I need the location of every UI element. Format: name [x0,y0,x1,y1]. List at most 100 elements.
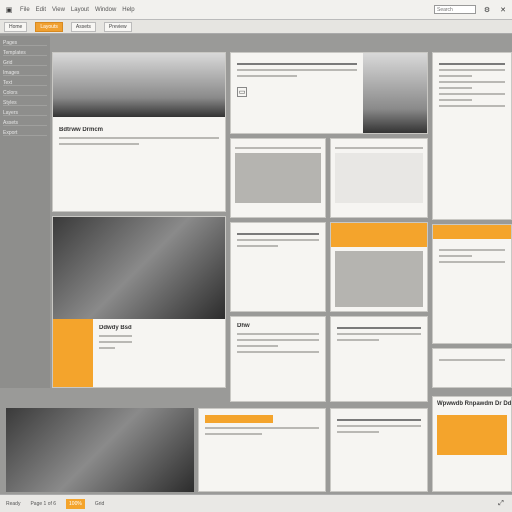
divider [237,245,278,247]
sidebar-item-text[interactable]: Text [3,80,47,86]
menu-edit[interactable]: Edit [36,7,46,13]
sidebar-item-export[interactable]: Export [3,130,47,136]
image-placeholder [335,251,423,307]
layout-card-5[interactable] [330,138,428,218]
layout-card-4[interactable] [230,138,326,218]
grid-toggle[interactable]: Grid [95,501,104,507]
divider [237,339,319,341]
divider [439,87,472,89]
sidebar-item-colors[interactable]: Colors [3,90,47,96]
divider [59,143,139,145]
divider [439,99,472,101]
card-3-image [363,53,427,133]
card-3-title: Dhw [237,323,250,329]
menu-view[interactable]: View [52,7,65,13]
card-2-title: Ddwdy Bsd [99,325,132,331]
image-icon: ▭ [237,87,247,97]
divider [237,63,357,65]
layout-card-6[interactable] [230,222,326,312]
accent-block [331,223,427,247]
page-indicator: Page 1 of 6 [30,500,57,507]
menu-help[interactable]: Help [122,7,134,13]
menu-bar: ▣ File Edit View Layout Window Help ⚙ ✕ [0,0,512,20]
search-input[interactable] [434,5,476,14]
texture-preview [6,408,194,492]
divider [99,335,132,337]
accent-block [437,415,507,455]
divider [237,345,278,347]
tab-home[interactable]: Home [4,21,28,32]
close-icon[interactable]: ✕ [498,5,508,15]
layout-card-3[interactable]: ▭ [230,52,428,134]
sidebar: Pages Templates Grid Images Text Colors … [0,36,50,388]
divider [439,255,472,257]
divider [337,339,379,341]
menu-layout[interactable]: Layout [71,7,89,13]
layout-card-2[interactable]: Ddwdy Bsd [52,216,226,388]
accent-block [205,415,274,423]
divider [439,75,472,77]
divider [235,147,321,149]
divider [439,69,505,71]
divider [205,427,319,429]
layout-card-11[interactable] [432,348,512,388]
divider [237,351,319,353]
divider [99,347,116,349]
tab-layouts[interactable]: Layouts [35,21,63,32]
sidebar-item-styles[interactable]: Styles [3,100,47,106]
divider [337,327,421,329]
status-bar: Ready Page 1 of 6 100% Grid ⤢ [0,494,512,512]
divider [59,137,219,139]
status-ready: Ready [6,500,21,507]
properties-panel [432,52,512,220]
app-logo-icon: ▣ [5,6,13,14]
sidebar-item-images[interactable]: Images [3,70,47,76]
tab-bar: Home Layouts Assets Preview [0,20,512,34]
image-placeholder [335,153,423,203]
divider [439,93,505,95]
divider [237,69,357,71]
divider [337,419,421,421]
layout-card-10[interactable] [432,224,512,344]
card-2-image [53,217,225,319]
zoom-level[interactable]: 100% [66,498,85,509]
divider [237,233,319,235]
sidebar-item-templates[interactable]: Templates [3,50,47,56]
menu-window[interactable]: Window [95,7,116,13]
layout-card-8[interactable]: Dhw [230,316,326,402]
sidebar-item-layers[interactable]: Layers [3,110,47,116]
sidebar-item-pages[interactable]: Pages [3,40,47,46]
card-1-title: Bdtrww Drmcm [59,127,104,133]
sidebar-item-assets[interactable]: Assets [3,120,47,126]
menu-file[interactable]: File [20,7,30,13]
tab-assets[interactable]: Assets [70,21,96,32]
divider [99,341,132,343]
fit-page-icon[interactable]: ⤢ [496,499,506,509]
divider [439,249,505,251]
divider [439,105,505,107]
divider [439,81,505,83]
divider [237,75,297,77]
accent-block [433,225,511,239]
divider [439,261,505,263]
divider [335,147,423,149]
layout-card-7[interactable] [330,222,428,312]
divider [337,431,379,433]
layout-card-14[interactable]: Wpwwdb Rnpawdm Dr Ddwdr [432,396,512,492]
tab-preview[interactable]: Preview [103,21,132,32]
divider [237,333,319,335]
divider [337,425,421,427]
image-placeholder [235,153,321,203]
accent-block [53,319,93,387]
settings-icon[interactable]: ⚙ [482,5,492,15]
divider [205,433,262,435]
divider [439,63,505,65]
layout-card-1[interactable]: Bdtrww Drmcm [52,52,226,212]
layout-card-13[interactable] [330,408,428,492]
layout-card-12[interactable] [198,408,326,492]
divider [237,239,319,241]
sidebar-item-grid[interactable]: Grid [3,60,47,66]
divider [439,359,505,361]
right-heading: Wpwwdb Rnpawdm Dr Ddwdr [437,401,511,407]
layout-card-9[interactable] [330,316,428,402]
